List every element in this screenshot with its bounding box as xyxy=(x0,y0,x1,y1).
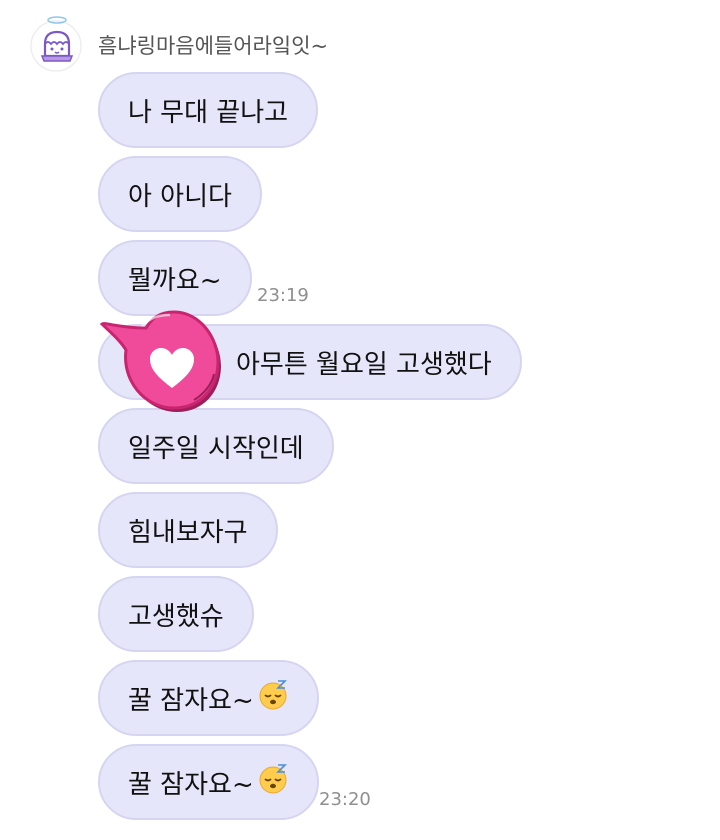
message-text: 고생했슈 xyxy=(128,601,224,632)
message-text: 꿀 잠자요~ xyxy=(128,769,254,800)
message-text: 일주일 시작인데 xyxy=(128,433,304,464)
chat-window: 흠냐링마음에들어라잌잇~ 나 무대 끝나고 아 아니다 뭘까요~ 23:19 아… xyxy=(0,0,720,840)
message-text: 아무튼 월요일 고생했다 xyxy=(236,349,492,380)
sender-avatar[interactable] xyxy=(30,14,84,72)
message-text: 꿀 잠자요~ xyxy=(128,685,254,716)
message-bubble[interactable]: 일주일 시작인데 xyxy=(98,408,334,484)
sender-name: 흠냐링마음에들어라잌잇~ xyxy=(98,34,329,58)
message-text: 아 아니다 xyxy=(128,181,232,212)
message-timestamp: 23:20 xyxy=(319,789,371,810)
message-bubble[interactable]: 힘내보자구 xyxy=(98,492,278,568)
cake-avatar-icon xyxy=(30,16,82,72)
message-bubble[interactable]: 뭘까요~ xyxy=(98,240,252,316)
message-bubble[interactable]: 꿀 잠자요~ xyxy=(98,660,319,736)
message-text: 나 무대 끝나고 xyxy=(128,97,289,128)
message-bubble[interactable]: 아 아니다 xyxy=(98,156,262,232)
message-bubble[interactable]: 고생했슈 xyxy=(98,576,254,652)
sleeping-face-icon xyxy=(257,679,289,718)
message-text: 힘내보자구 xyxy=(128,517,248,548)
message-text: 뭘까요~ xyxy=(128,265,222,296)
message-timestamp: 23:19 xyxy=(257,285,309,306)
message-bubble[interactable]: 꿀 잠자요~ xyxy=(98,744,319,820)
message-bubble[interactable]: 아무튼 월요일 고생했다 xyxy=(98,324,522,400)
message-bubble[interactable]: 나 무대 끝나고 xyxy=(98,72,319,148)
sleeping-face-icon xyxy=(257,763,289,802)
